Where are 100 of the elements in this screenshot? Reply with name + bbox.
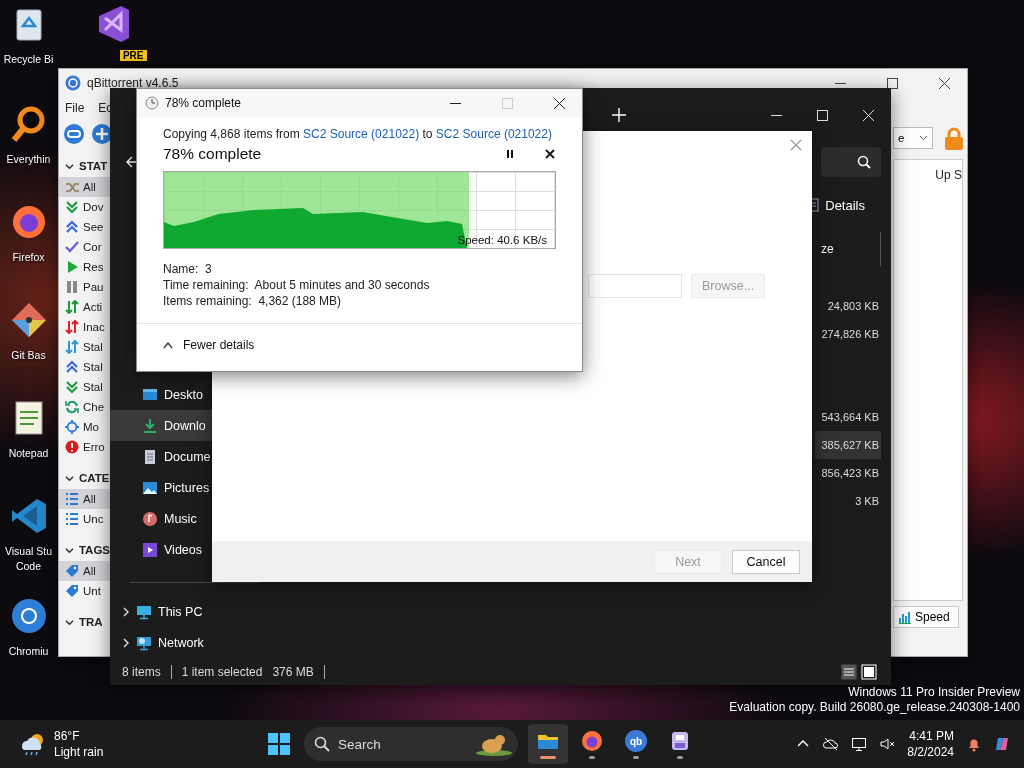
evaluation-notice: Evaluation copy. Build 26080.ge_release.240308-1400 bbox=[729, 700, 1020, 715]
search-field[interactable] bbox=[821, 147, 881, 177]
filter-dropdown[interactable]: e bbox=[893, 127, 933, 149]
filter-item[interactable]: Stal bbox=[59, 337, 110, 357]
item-count: 8 items bbox=[122, 665, 161, 679]
desktop-icon-label[interactable]: Git Bas bbox=[11, 348, 46, 363]
filter-item[interactable]: All bbox=[59, 561, 110, 581]
clock-time[interactable]: 4:41 PM bbox=[909, 728, 954, 744]
caret-icon bbox=[919, 135, 928, 141]
copilot-icon[interactable] bbox=[994, 736, 1010, 752]
chevron-icon[interactable] bbox=[65, 617, 74, 627]
filter-item[interactable]: Unc bbox=[59, 509, 110, 529]
documents-icon bbox=[142, 448, 158, 465]
close-icon[interactable] bbox=[553, 97, 565, 109]
column-header[interactable]: ze bbox=[815, 232, 881, 266]
temperature[interactable]: 86°F bbox=[54, 728, 104, 744]
filter-item[interactable]: All bbox=[59, 177, 110, 197]
tree-item[interactable]: Network bbox=[158, 636, 204, 651]
desktop-icon-label[interactable]: Recycle Bi bbox=[3, 52, 54, 67]
menu-item[interactable]: File bbox=[65, 101, 85, 115]
maximize-icon[interactable] bbox=[886, 77, 898, 89]
filter-item[interactable]: Cor bbox=[59, 237, 110, 257]
evaluation-notice: Windows 11 Pro Insider Preview bbox=[847, 685, 1020, 700]
details-view-icon[interactable] bbox=[841, 664, 857, 680]
filter-item[interactable]: See bbox=[59, 217, 110, 237]
resumed-icon bbox=[65, 260, 79, 274]
filter-item[interactable]: Res bbox=[59, 257, 110, 277]
preview-badge: PRE bbox=[119, 50, 147, 61]
column-header[interactable]: Up S bbox=[935, 168, 962, 182]
filter-item[interactable]: Pau bbox=[59, 277, 110, 297]
this-pc-icon bbox=[136, 604, 152, 621]
section-header[interactable]: TRA bbox=[79, 616, 103, 628]
weather-condition[interactable]: Light rain bbox=[54, 744, 104, 760]
tag-icon bbox=[65, 564, 79, 578]
size-cell: 385,627 KB bbox=[815, 431, 881, 459]
wizard-button[interactable]: Cancel bbox=[732, 549, 800, 574]
desktop-icon-label[interactable]: Firefox bbox=[12, 250, 45, 265]
chevron-icon[interactable] bbox=[65, 473, 74, 483]
videos-icon bbox=[142, 542, 158, 559]
section-header[interactable]: CATE bbox=[79, 472, 110, 484]
detail-line: Items remaining: 4,362 (188 MB) bbox=[163, 293, 343, 309]
network-icon[interactable] bbox=[851, 736, 868, 752]
filter-item[interactable]: Erro bbox=[59, 437, 110, 457]
category-icon bbox=[65, 512, 79, 526]
desktop-icon-label[interactable]: Visual Stu Code bbox=[4, 544, 53, 574]
detail-line: Time remaining: About 5 minutes and 30 seconds bbox=[163, 277, 431, 293]
filter-item[interactable]: All bbox=[59, 489, 110, 509]
tiles-view-icon[interactable] bbox=[861, 664, 877, 680]
cloud-off-icon[interactable] bbox=[823, 736, 840, 752]
size-cell-text: 24,803 KB bbox=[826, 299, 880, 314]
progress-heading: 78% complete bbox=[163, 145, 263, 163]
filter-item[interactable]: Stal bbox=[59, 377, 110, 397]
search-field[interactable]: Search bbox=[304, 727, 518, 761]
stalled-icon bbox=[65, 340, 79, 354]
completed-icon bbox=[65, 240, 79, 254]
selection-size: 376 MB bbox=[272, 665, 314, 679]
filter-item[interactable]: Unt bbox=[59, 581, 110, 601]
filter-item[interactable]: Dov bbox=[59, 197, 110, 217]
destination-link[interactable]: SC2 Source (021022) bbox=[435, 127, 552, 141]
category-icon bbox=[65, 492, 79, 506]
window-title: 78% complete bbox=[165, 96, 242, 110]
errored-icon bbox=[65, 440, 79, 454]
desktop-icon-label[interactable]: Notepad bbox=[8, 446, 49, 461]
pause-icon[interactable] bbox=[504, 148, 516, 160]
volume-muted-icon[interactable] bbox=[879, 736, 896, 752]
new-tab-icon[interactable] bbox=[612, 108, 626, 122]
filter-item[interactable]: Stal bbox=[59, 357, 110, 377]
chevron-icon[interactable] bbox=[65, 161, 74, 171]
section-header[interactable]: STAT bbox=[79, 160, 108, 172]
file-explorer-taskbar-button[interactable] bbox=[528, 724, 568, 764]
section-header[interactable]: TAGS bbox=[78, 544, 110, 556]
desktop-icon-label[interactable]: Chromiu bbox=[8, 644, 49, 659]
tree-item[interactable]: This PC bbox=[158, 605, 203, 620]
speed-button[interactable]: Speed bbox=[893, 606, 959, 628]
filter-item[interactable]: Inac bbox=[59, 317, 110, 337]
chevron-icon[interactable] bbox=[122, 607, 130, 618]
qbittorrent-taskbar-button[interactable]: qb bbox=[616, 724, 656, 764]
clock-date[interactable]: 8/2/2024 bbox=[907, 744, 954, 760]
bar-chart-icon bbox=[898, 610, 912, 624]
pictures-icon bbox=[142, 479, 158, 496]
qbittorrent-icon bbox=[624, 729, 648, 753]
filter-item[interactable]: Che bbox=[59, 397, 110, 417]
close-icon[interactable] bbox=[938, 77, 950, 89]
source-link[interactable]: SC2 Source (021022) bbox=[303, 127, 420, 141]
close-icon[interactable] bbox=[544, 148, 556, 160]
start-icon[interactable] bbox=[268, 733, 290, 755]
size-cell-text: 3 KB bbox=[854, 494, 880, 509]
moving-icon bbox=[65, 420, 79, 434]
link-icon[interactable] bbox=[63, 123, 85, 145]
chevron-icon[interactable] bbox=[65, 545, 74, 555]
search-icon bbox=[857, 155, 871, 169]
copy-summary: Copying 4,868 items from SC2 Source (021022) to SC2 Source (021022) bbox=[163, 127, 553, 141]
desktop-icon-label[interactable]: Everythin bbox=[6, 152, 51, 167]
fewer-details-button[interactable]: Fewer details bbox=[163, 334, 255, 356]
filter-item[interactable]: Acti bbox=[59, 297, 110, 317]
music-icon bbox=[142, 511, 158, 528]
chevron-icon[interactable] bbox=[122, 638, 130, 649]
filter-item[interactable]: Mo bbox=[59, 417, 110, 437]
checking-icon bbox=[65, 400, 79, 414]
tag-icon bbox=[65, 584, 79, 598]
